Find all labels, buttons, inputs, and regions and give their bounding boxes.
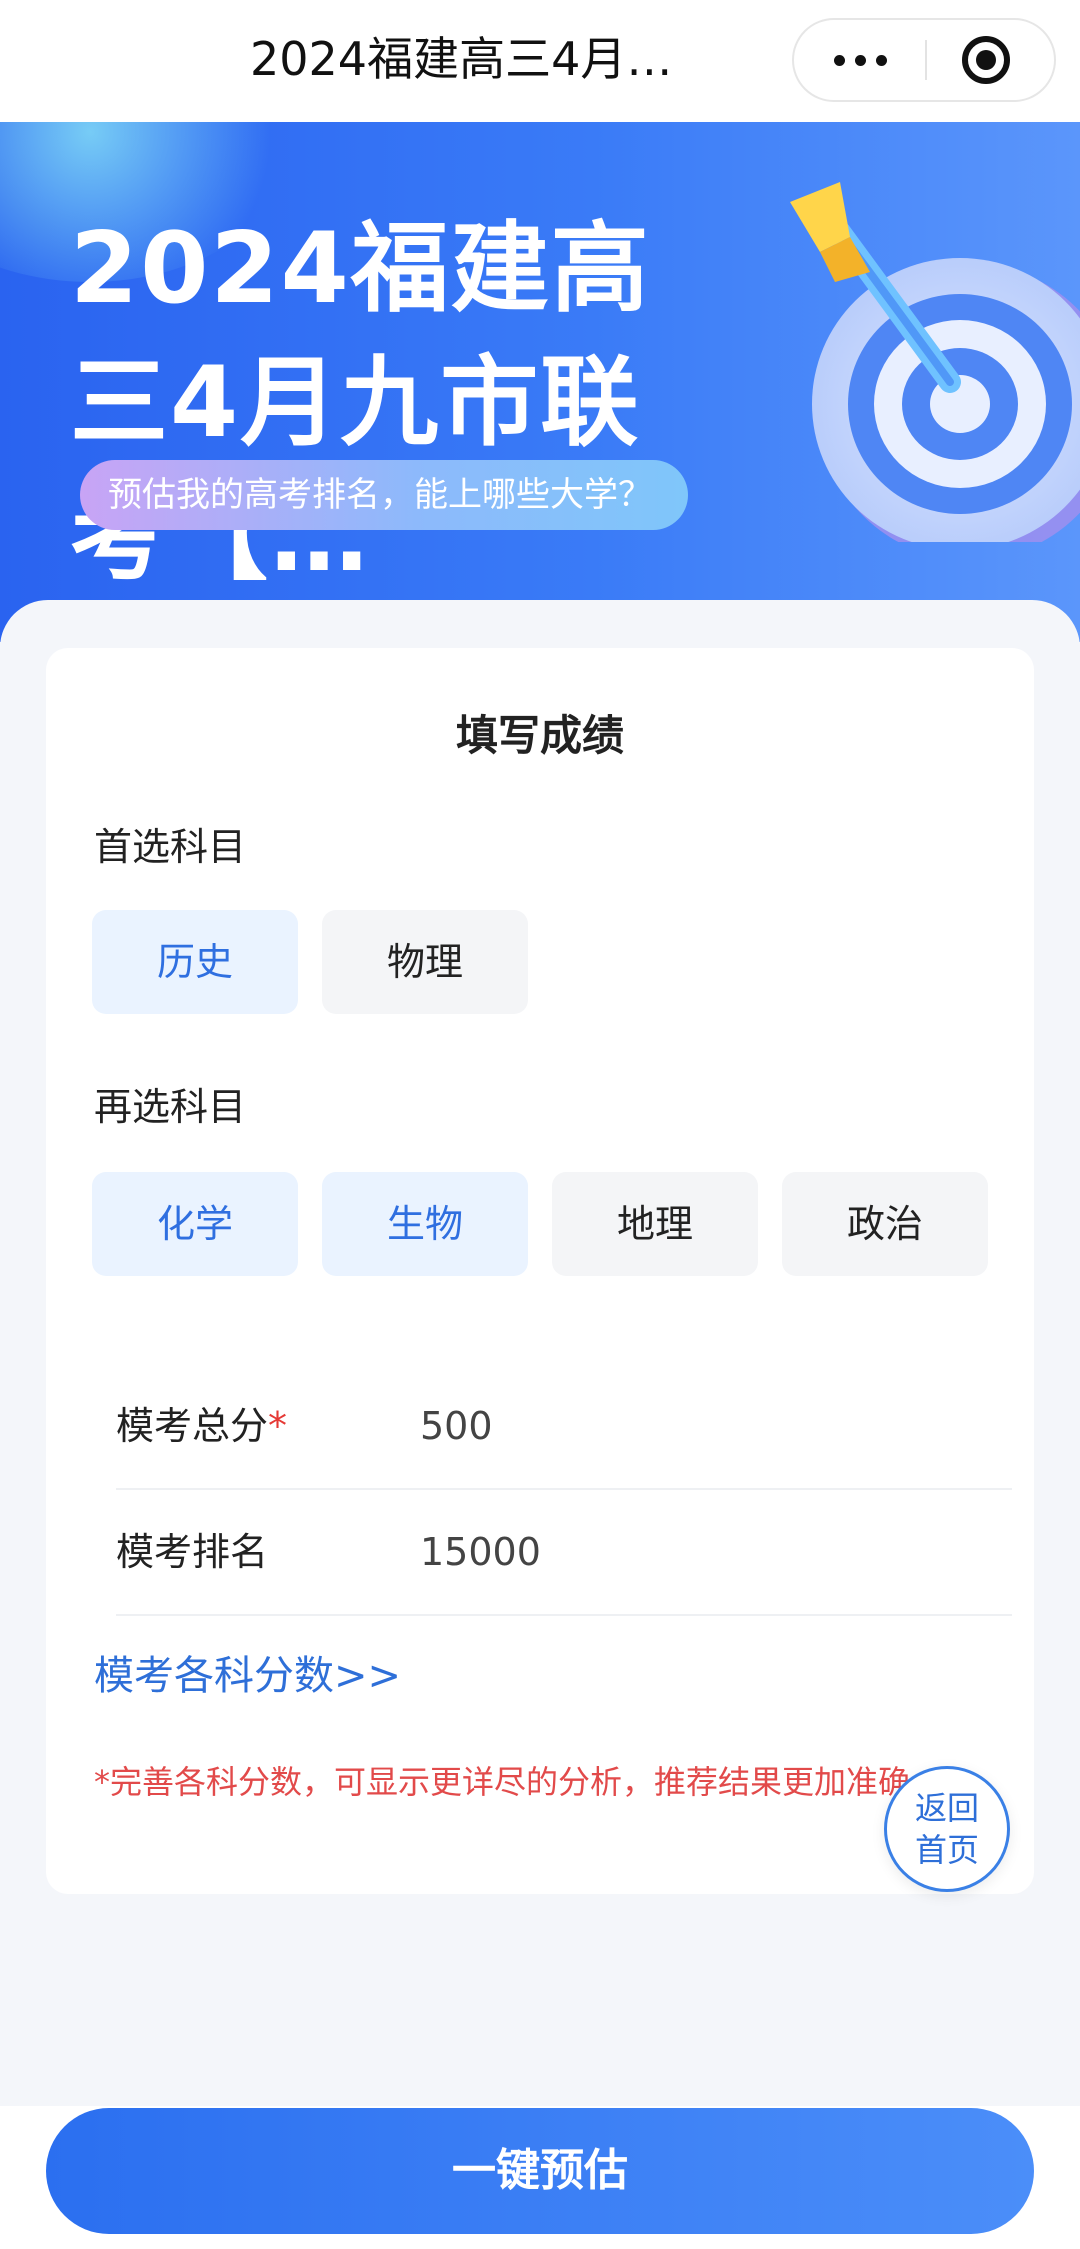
mini-program-capsule xyxy=(792,18,1056,102)
nav-bar: 2024福建高三4月… xyxy=(0,0,1080,122)
subject-chip-chemistry[interactable]: 化学 xyxy=(92,1172,298,1276)
back-home-line2: 首页 xyxy=(914,1831,979,1869)
subject-chip-biology[interactable]: 生物 xyxy=(322,1172,528,1276)
rank-label: 模考排名 xyxy=(116,1530,269,1574)
hero-title: 2024福建高三4月九市联考【… xyxy=(70,212,651,594)
hero-subtitle-pill: 预估我的高考排名，能上哪些大学？ xyxy=(80,460,688,530)
subject-chip-geography[interactable]: 地理 xyxy=(552,1172,758,1276)
primary-subject-label: 首选科目 xyxy=(94,825,247,869)
form-title: 填写成绩 xyxy=(455,711,624,760)
total-score-row[interactable]: 模考总分* 500 xyxy=(116,1364,1012,1490)
more-dots-icon[interactable] xyxy=(794,20,926,100)
estimate-button[interactable]: 一键预估 xyxy=(46,2108,1034,2234)
hero-banner: 2024福建高三4月九市联考【… 预估我的高考排名，能上哪些大学？ xyxy=(0,122,1080,642)
nav-title: 2024福建高三4月… xyxy=(250,32,673,86)
capsule-divider xyxy=(925,40,927,80)
content-sheet: 填写成绩 首选科目 历史 物理 再选科目 化学 生物 地理 政治 模考总分* 5… xyxy=(0,600,1080,2180)
back-home-line1: 返回 xyxy=(914,1789,979,1827)
rank-row[interactable]: 模考排名 15000 xyxy=(116,1490,1012,1616)
subject-chip-physics[interactable]: 物理 xyxy=(322,910,528,1014)
total-score-input[interactable]: 500 xyxy=(420,1398,493,1454)
hint-note: *完善各科分数，可显示更详尽的分析，推荐结果更加准确 xyxy=(94,1763,911,1801)
back-home-button[interactable]: 返回 首页 xyxy=(884,1766,1010,1892)
rank-input[interactable]: 15000 xyxy=(420,1524,541,1580)
secondary-subject-label: 再选科目 xyxy=(94,1085,247,1129)
total-score-label: 模考总分* xyxy=(116,1404,288,1448)
required-mark: * xyxy=(268,1404,288,1448)
target-close-icon[interactable] xyxy=(962,36,1010,84)
dart-target-icon xyxy=(790,182,1080,542)
score-form-card: 填写成绩 首选科目 历史 物理 再选科目 化学 生物 地理 政治 模考总分* 5… xyxy=(46,648,1034,1894)
subject-chip-politics[interactable]: 政治 xyxy=(782,1172,988,1276)
subject-scores-link[interactable]: 模考各科分数>> xyxy=(94,1648,401,1704)
subject-chip-history[interactable]: 历史 xyxy=(92,910,298,1014)
